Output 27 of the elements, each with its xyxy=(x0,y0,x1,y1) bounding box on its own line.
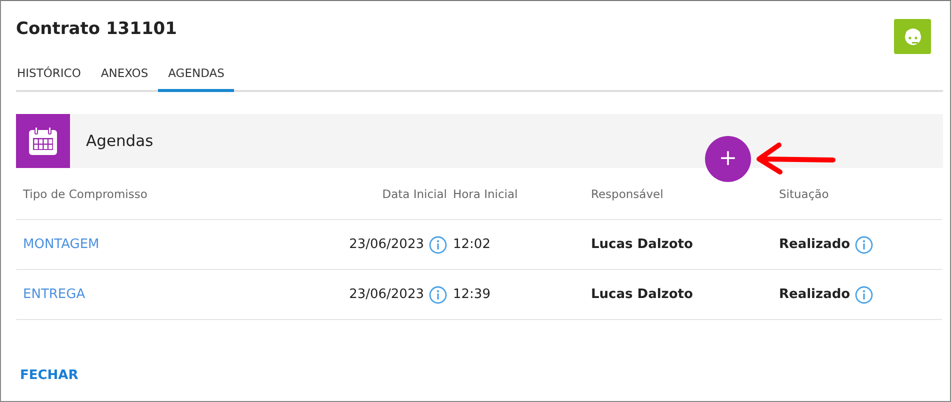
info-icon[interactable] xyxy=(429,286,447,304)
column-header: Responsável xyxy=(591,186,664,200)
time-cell-text: 12:39 xyxy=(453,287,492,302)
tab[interactable]: ANEXOS xyxy=(90,58,158,92)
date-cell: 23/06/2023 xyxy=(349,287,424,302)
tab[interactable]: AGENDAS xyxy=(158,58,234,92)
responsible-cell-text: Lucas Dalzoto xyxy=(591,287,694,302)
info-icon[interactable] xyxy=(429,236,447,254)
close-button[interactable]: FECHAR xyxy=(16,368,82,383)
appointment-link[interactable]: MONTAGEM xyxy=(16,237,330,252)
date-cell: 23/06/2023 xyxy=(349,237,424,252)
column-header: Hora Inicial xyxy=(453,186,519,200)
calendar-icon xyxy=(27,125,59,157)
column-header: Tipo de Compromisso xyxy=(22,186,148,200)
info-icon[interactable] xyxy=(855,236,874,254)
column-header: Situação xyxy=(779,186,830,200)
appointment-link[interactable]: ENTREGA xyxy=(16,287,330,302)
info-icon[interactable] xyxy=(855,286,874,304)
status-cell: Realizado xyxy=(779,237,850,252)
tab[interactable]: HISTÓRICO xyxy=(16,58,91,92)
status-cell: Realizado xyxy=(779,287,850,302)
support-button[interactable] xyxy=(894,19,931,54)
section-title: Agendas xyxy=(86,132,154,150)
responsible-cell-text: Lucas Dalzoto xyxy=(591,237,694,252)
column-header: Data Inicial xyxy=(381,186,447,200)
time-cell-text: 12:02 xyxy=(453,237,492,252)
dialog-title: Contrato 131101 xyxy=(16,18,177,41)
